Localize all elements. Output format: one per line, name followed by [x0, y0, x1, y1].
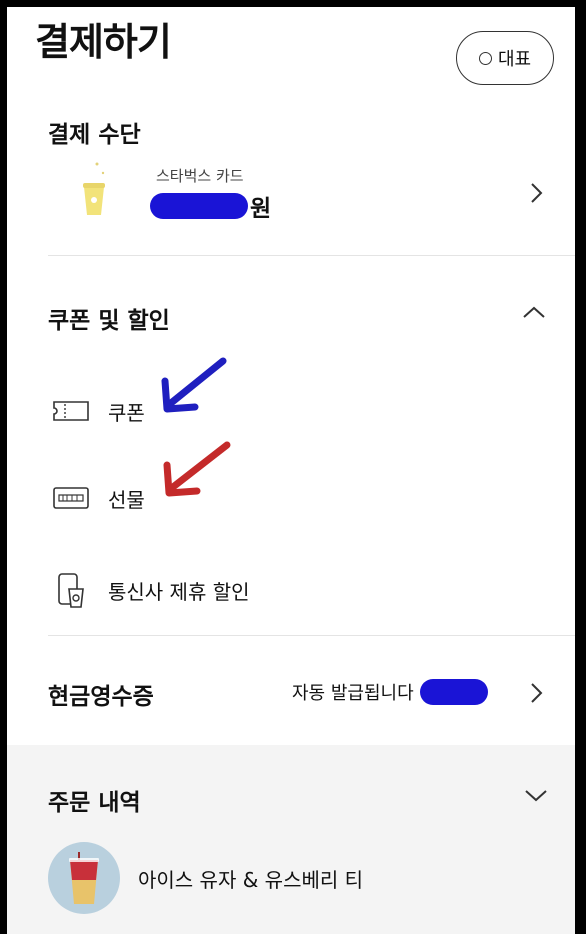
chevron-down-icon[interactable] [524, 783, 548, 807]
chevron-right-icon[interactable] [524, 681, 548, 705]
redacted-receipt-info [419, 679, 488, 705]
redacted-balance [150, 193, 248, 219]
payment-method-title: 결제 수단 [48, 122, 141, 148]
phone-cup-icon [52, 573, 90, 608]
blue-annotation-arrow-icon [161, 357, 227, 413]
payment-card-row[interactable] [48, 152, 575, 232]
representative-button[interactable]: 대표 [456, 31, 554, 85]
gift-label: 선물 [108, 487, 145, 512]
coupon-ticket-icon [52, 394, 90, 428]
coupon-item[interactable]: 쿠폰 [52, 394, 145, 428]
red-annotation-arrow-icon [163, 441, 231, 497]
cash-receipt-status[interactable]: 자동 발급됩니다 [292, 679, 488, 705]
order-history-title: 주문 내역 [48, 790, 141, 816]
coupons-discounts-title: 쿠폰 및 할인 [48, 308, 170, 334]
divider [48, 255, 575, 256]
card-balance: 원 [150, 189, 271, 223]
cash-receipt-status-text: 자동 발급됩니다 [292, 683, 414, 704]
chevron-up-icon[interactable] [522, 301, 546, 325]
starbucks-card-icon [83, 162, 105, 215]
gift-card-icon [52, 481, 90, 515]
carrier-discount-item[interactable]: 통신사 제휴 할인 [52, 573, 250, 608]
page-title: 결제하기 [35, 20, 172, 64]
carrier-discount-label: 통신사 제휴 할인 [108, 579, 250, 604]
payment-screen: 결제하기 대표 결제 수단 스타벅스 카드 원 쿠폰 및 할인 쿠폰 선물 통신… [7, 7, 575, 934]
coupon-label: 쿠폰 [108, 400, 145, 425]
order-item-name: 아이스 유자 & 유스베리 티 [138, 867, 364, 892]
radio-circle-icon [478, 51, 492, 65]
cash-receipt-title: 현금영수증 [48, 684, 154, 710]
drink-thumbnail [48, 842, 120, 914]
order-item: 아이스 유자 & 유스베리 티 [48, 842, 363, 914]
currency-suffix: 원 [250, 196, 272, 222]
chevron-right-icon[interactable] [524, 181, 548, 205]
divider [48, 635, 575, 636]
representative-button-label: 대표 [497, 49, 532, 70]
gift-item[interactable]: 선물 [52, 481, 145, 515]
card-type-label: 스타벅스 카드 [156, 167, 244, 185]
